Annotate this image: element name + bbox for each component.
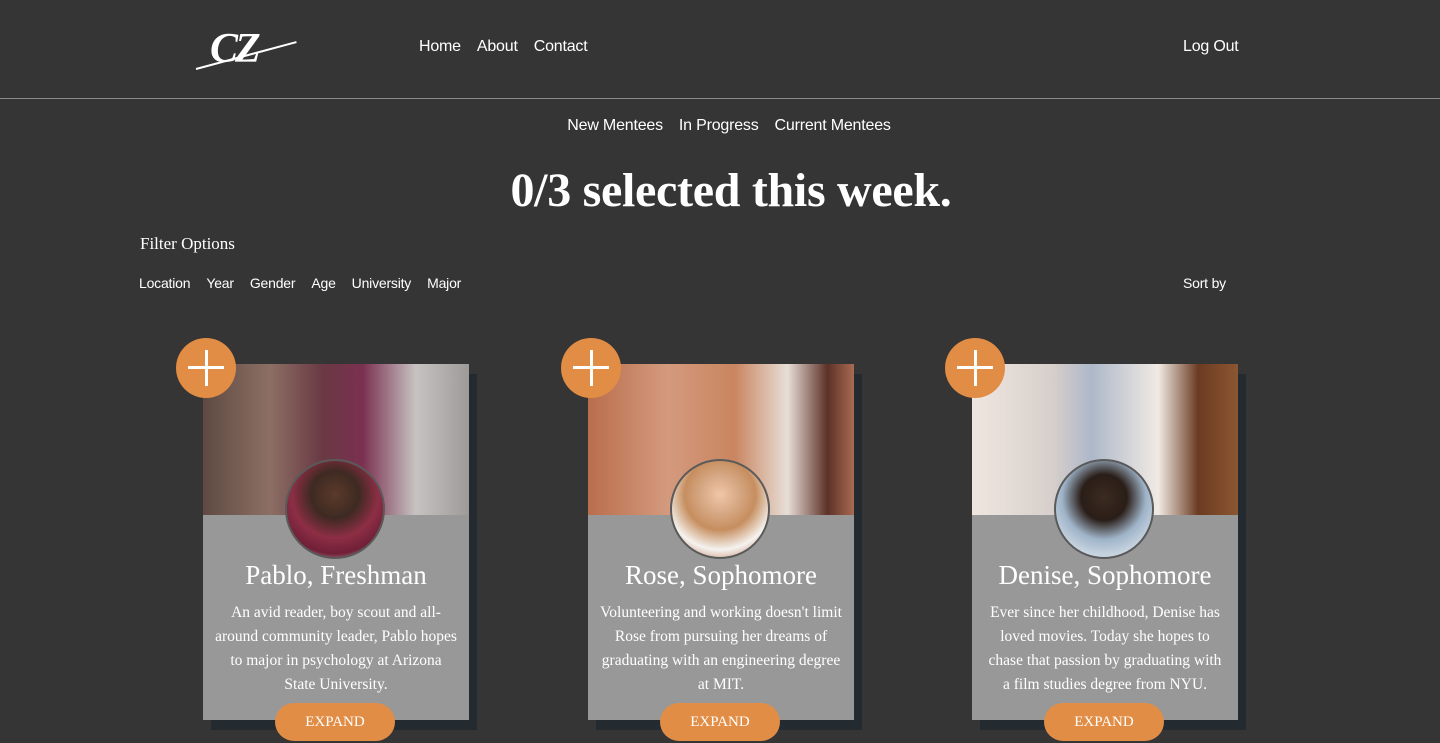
logo[interactable]: CZ — [195, 26, 298, 72]
expand-button[interactable]: EXPAND — [1044, 703, 1164, 741]
filter-location[interactable]: Location — [139, 275, 191, 291]
logout-link[interactable]: Log Out — [1183, 38, 1239, 56]
card-body: Rose, Sophomore Volunteering and working… — [588, 364, 854, 720]
tab-current-mentees[interactable]: Current Mentees — [775, 117, 891, 135]
filter-university[interactable]: University — [352, 275, 412, 291]
avatar — [1054, 459, 1154, 559]
mentee-description: An avid reader, boy scout and all-around… — [215, 604, 457, 693]
nav-about-link[interactable]: About — [477, 38, 518, 56]
expand-button[interactable]: EXPAND — [275, 703, 395, 741]
expand-button[interactable]: EXPAND — [660, 703, 780, 741]
card-body: Pablo, Freshman An avid reader, boy scou… — [203, 364, 469, 720]
mentee-name: Pablo, Freshman — [245, 560, 427, 590]
mentee-subnav: New Mentees In Progress Current Mentees — [0, 117, 1440, 135]
tab-new-mentees[interactable]: New Mentees — [567, 117, 663, 135]
top-navbar: CZ Home About Contact Log Out — [0, 0, 1440, 99]
logo-text: CZ — [210, 26, 261, 72]
mentee-card: Pablo, Freshman An avid reader, boy scou… — [176, 338, 477, 741]
card-body: Denise, Sophomore Ever since her childho… — [972, 364, 1238, 720]
filter-major[interactable]: Major — [427, 275, 461, 291]
filter-age[interactable]: Age — [311, 275, 336, 291]
sort-by-dropdown[interactable]: Sort by — [1183, 275, 1226, 291]
filter-options-heading: Filter Options — [140, 234, 235, 253]
mentee-description: Ever since her childhood, Denise has lov… — [988, 604, 1222, 693]
avatar — [670, 459, 770, 559]
add-mentee-plus-icon[interactable] — [561, 338, 621, 398]
page-title: 0/3 selected this week. — [510, 164, 952, 217]
main-nav: Home About Contact — [419, 38, 588, 56]
filter-year[interactable]: Year — [206, 275, 234, 291]
nav-home-link[interactable]: Home — [419, 38, 461, 56]
filter-gender[interactable]: Gender — [250, 275, 296, 291]
add-mentee-plus-icon[interactable] — [945, 338, 1005, 398]
filter-bar: Location Year Gender Age University Majo… — [139, 275, 461, 291]
nav-contact-link[interactable]: Contact — [534, 38, 588, 56]
add-mentee-plus-icon[interactable] — [176, 338, 236, 398]
mentee-description: Volunteering and working doesn't limit R… — [600, 604, 842, 693]
tab-in-progress[interactable]: In Progress — [679, 117, 759, 135]
mentee-name: Rose, Sophomore — [625, 560, 817, 590]
mentee-name: Denise, Sophomore — [998, 560, 1212, 590]
mentee-card: Denise, Sophomore Ever since her childho… — [945, 338, 1246, 741]
mentee-card: Rose, Sophomore Volunteering and working… — [561, 338, 862, 741]
avatar — [285, 459, 385, 559]
